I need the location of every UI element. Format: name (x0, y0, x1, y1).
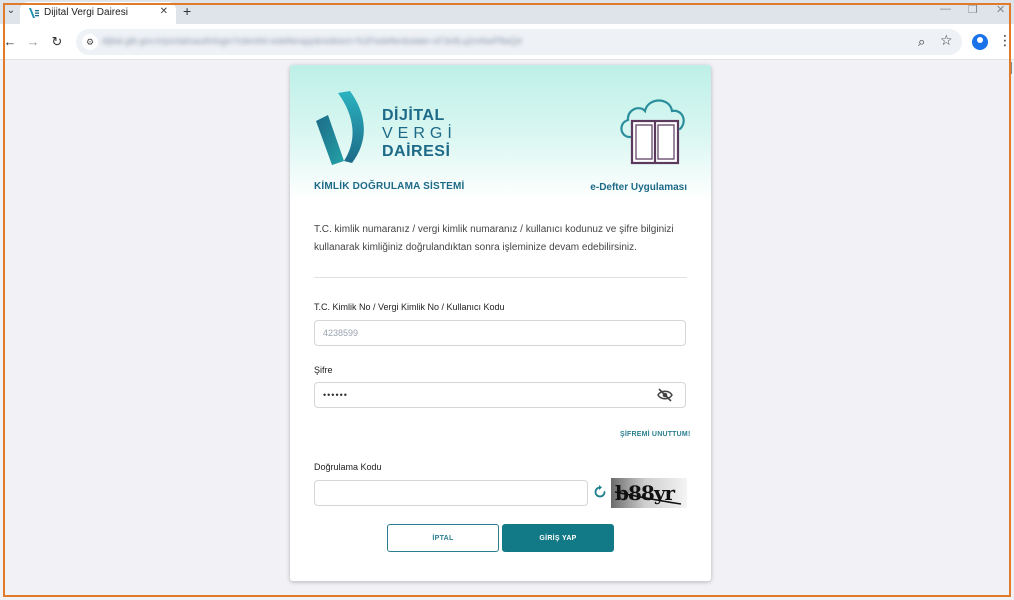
password-label: Şifre (314, 365, 333, 375)
forward-icon[interactable]: → (25, 34, 41, 50)
card-header: DİJİTAL VERGİ DAİRESİ KİMLİK DOĞRULAMA S… (290, 65, 711, 200)
password-input[interactable] (314, 382, 686, 408)
logo-line-2: VERGİ (382, 125, 457, 142)
cancel-button[interactable]: İPTAL (387, 524, 499, 552)
logo-wordmark: DİJİTAL VERGİ DAİRESİ (382, 107, 457, 161)
user-id-label: T.C. Kimlik No / Vergi Kimlik No / Kulla… (314, 302, 505, 312)
logo-line-3: DAİRESİ (382, 143, 451, 160)
browser-menu-icon[interactable]: ⋮ (998, 32, 1012, 49)
profile-avatar-icon[interactable] (972, 34, 988, 50)
bookmark-star-icon[interactable]: ☆ (940, 32, 953, 49)
zoom-icon[interactable]: ⌕ (918, 34, 925, 50)
tab-close-icon[interactable]: ✕ (160, 6, 168, 17)
back-icon[interactable]: ← (2, 34, 18, 50)
user-id-input[interactable] (314, 320, 686, 346)
site-favicon-icon (29, 8, 39, 18)
browser-toolbar: ← → ↻ ⚙ dijital.gib.gov.tr/portal/oauth/… (0, 24, 1014, 60)
login-card: DİJİTAL VERGİ DAİRESİ KİMLİK DOĞRULAMA S… (290, 65, 711, 581)
app-title: e-Defter Uygulaması (590, 182, 687, 193)
browser-tab-strip: ⌄ Dijital Vergi Dairesi ✕ + — ❐ ✕ (0, 0, 1014, 24)
scrollbar-indicator[interactable] (1009, 62, 1012, 74)
tab-title: Dijital Vergi Dairesi (44, 7, 128, 18)
reload-icon[interactable]: ↻ (49, 34, 65, 50)
divider (314, 277, 687, 278)
window-close-icon[interactable]: ✕ (996, 3, 1005, 16)
logo-line-1: DİJİTAL (382, 107, 445, 124)
toggle-password-visibility-icon[interactable] (657, 388, 673, 402)
login-button[interactable]: GİRİŞ YAP (502, 524, 614, 552)
cloud-book-icon (620, 99, 685, 165)
address-bar[interactable]: ⚙ dijital.gib.gov.tr/portal/oauth/login?… (76, 29, 962, 55)
dijital-vergi-dairesi-logo-icon (316, 91, 364, 165)
refresh-captcha-icon[interactable] (592, 484, 608, 500)
verification-code-label: Doğrulama Kodu (314, 462, 382, 472)
url-text[interactable]: dijital.gib.gov.tr/portal/oauth/login?cl… (102, 36, 902, 48)
tab-search-icon[interactable]: ⌄ (4, 4, 18, 18)
new-tab-icon[interactable]: + (183, 3, 191, 19)
site-info-icon[interactable]: ⚙ (82, 34, 98, 50)
forgot-password-link[interactable]: ŞİFREMİ UNUTTUM! (620, 431, 690, 438)
verification-code-input[interactable] (314, 480, 588, 506)
system-title: KİMLİK DOĞRULAMA SİSTEMİ (314, 181, 465, 192)
intro-text: T.C. kimlik numaranız / vergi kimlik num… (314, 224, 674, 253)
restore-icon[interactable]: ❐ (968, 3, 978, 16)
minimize-icon[interactable]: — (940, 3, 951, 15)
browser-tab[interactable]: Dijital Vergi Dairesi ✕ (20, 2, 176, 24)
captcha-image: b88yr (611, 478, 687, 508)
